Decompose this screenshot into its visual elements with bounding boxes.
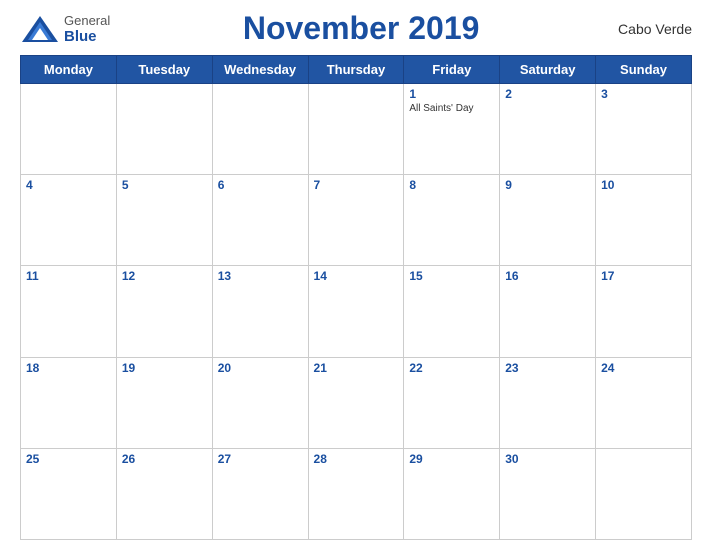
logo-blue: Blue xyxy=(64,28,110,45)
day-number: 5 xyxy=(122,178,207,192)
day-number: 28 xyxy=(314,452,399,466)
calendar-day-cell: 14 xyxy=(308,266,404,357)
weekday-header: Monday xyxy=(21,56,117,84)
calendar-day-cell: 8 xyxy=(404,175,500,266)
day-number: 27 xyxy=(218,452,303,466)
day-number: 26 xyxy=(122,452,207,466)
country-label: Cabo Verde xyxy=(612,21,692,37)
day-number: 3 xyxy=(601,87,686,101)
calendar-day-cell: 17 xyxy=(596,266,692,357)
logo: General Blue xyxy=(20,13,110,45)
month-title: November 2019 xyxy=(110,10,612,47)
weekday-header: Thursday xyxy=(308,56,404,84)
day-number: 17 xyxy=(601,269,686,283)
day-number: 29 xyxy=(409,452,494,466)
weekday-header: Friday xyxy=(404,56,500,84)
day-number: 2 xyxy=(505,87,590,101)
calendar-day-cell xyxy=(21,84,117,175)
day-event: All Saints' Day xyxy=(409,103,494,114)
weekday-header-row: MondayTuesdayWednesdayThursdayFridaySatu… xyxy=(21,56,692,84)
weekday-header: Tuesday xyxy=(116,56,212,84)
day-number: 15 xyxy=(409,269,494,283)
day-number: 30 xyxy=(505,452,590,466)
calendar-week-row: 25 26 27 28 29 30 xyxy=(21,448,692,539)
calendar-day-cell: 11 xyxy=(21,266,117,357)
day-number: 18 xyxy=(26,361,111,375)
calendar-day-cell xyxy=(116,84,212,175)
calendar-day-cell: 29 xyxy=(404,448,500,539)
calendar-week-row: 18 19 20 21 22 23 24 xyxy=(21,357,692,448)
day-number: 9 xyxy=(505,178,590,192)
calendar-day-cell: 20 xyxy=(212,357,308,448)
weekday-header: Sunday xyxy=(596,56,692,84)
day-number: 24 xyxy=(601,361,686,375)
calendar-day-cell: 19 xyxy=(116,357,212,448)
day-number: 6 xyxy=(218,178,303,192)
calendar-day-cell: 13 xyxy=(212,266,308,357)
calendar-day-cell: 3 xyxy=(596,84,692,175)
calendar-day-cell: 21 xyxy=(308,357,404,448)
day-number: 21 xyxy=(314,361,399,375)
calendar-week-row: 456789 10 xyxy=(21,175,692,266)
day-number: 20 xyxy=(218,361,303,375)
calendar-day-cell: 24 xyxy=(596,357,692,448)
calendar-day-cell: 15 xyxy=(404,266,500,357)
calendar-week-row: 1 All Saints' Day 23 xyxy=(21,84,692,175)
calendar-day-cell: 10 xyxy=(596,175,692,266)
day-number: 12 xyxy=(122,269,207,283)
day-number: 11 xyxy=(26,269,111,283)
day-number: 16 xyxy=(505,269,590,283)
day-number: 13 xyxy=(218,269,303,283)
calendar-day-cell xyxy=(308,84,404,175)
calendar-day-cell xyxy=(596,448,692,539)
logo-text: General Blue xyxy=(64,13,110,45)
calendar-day-cell: 2 xyxy=(500,84,596,175)
calendar-day-cell: 12 xyxy=(116,266,212,357)
logo-icon xyxy=(20,14,60,44)
day-number: 8 xyxy=(409,178,494,192)
calendar-header: General Blue November 2019 Cabo Verde xyxy=(20,10,692,47)
calendar-day-cell: 6 xyxy=(212,175,308,266)
calendar-day-cell: 18 xyxy=(21,357,117,448)
day-number: 1 xyxy=(409,87,494,101)
calendar-day-cell: 22 xyxy=(404,357,500,448)
logo-general: General xyxy=(64,13,110,28)
calendar-day-cell: 25 xyxy=(21,448,117,539)
calendar-week-row: 11 12 13 14 15 16 17 xyxy=(21,266,692,357)
day-number: 4 xyxy=(26,178,111,192)
calendar-day-cell: 1 All Saints' Day xyxy=(404,84,500,175)
calendar-day-cell: 5 xyxy=(116,175,212,266)
calendar-day-cell: 27 xyxy=(212,448,308,539)
weekday-header: Saturday xyxy=(500,56,596,84)
day-number: 7 xyxy=(314,178,399,192)
calendar-day-cell: 7 xyxy=(308,175,404,266)
calendar-day-cell: 30 xyxy=(500,448,596,539)
calendar-day-cell xyxy=(212,84,308,175)
calendar-table: MondayTuesdayWednesdayThursdayFridaySatu… xyxy=(20,55,692,540)
calendar-day-cell: 28 xyxy=(308,448,404,539)
calendar-day-cell: 23 xyxy=(500,357,596,448)
weekday-header: Wednesday xyxy=(212,56,308,84)
day-number: 14 xyxy=(314,269,399,283)
day-number: 23 xyxy=(505,361,590,375)
day-number: 22 xyxy=(409,361,494,375)
calendar-day-cell: 4 xyxy=(21,175,117,266)
calendar-day-cell: 26 xyxy=(116,448,212,539)
day-number: 25 xyxy=(26,452,111,466)
calendar-day-cell: 9 xyxy=(500,175,596,266)
day-number: 10 xyxy=(601,178,686,192)
day-number: 19 xyxy=(122,361,207,375)
calendar-day-cell: 16 xyxy=(500,266,596,357)
